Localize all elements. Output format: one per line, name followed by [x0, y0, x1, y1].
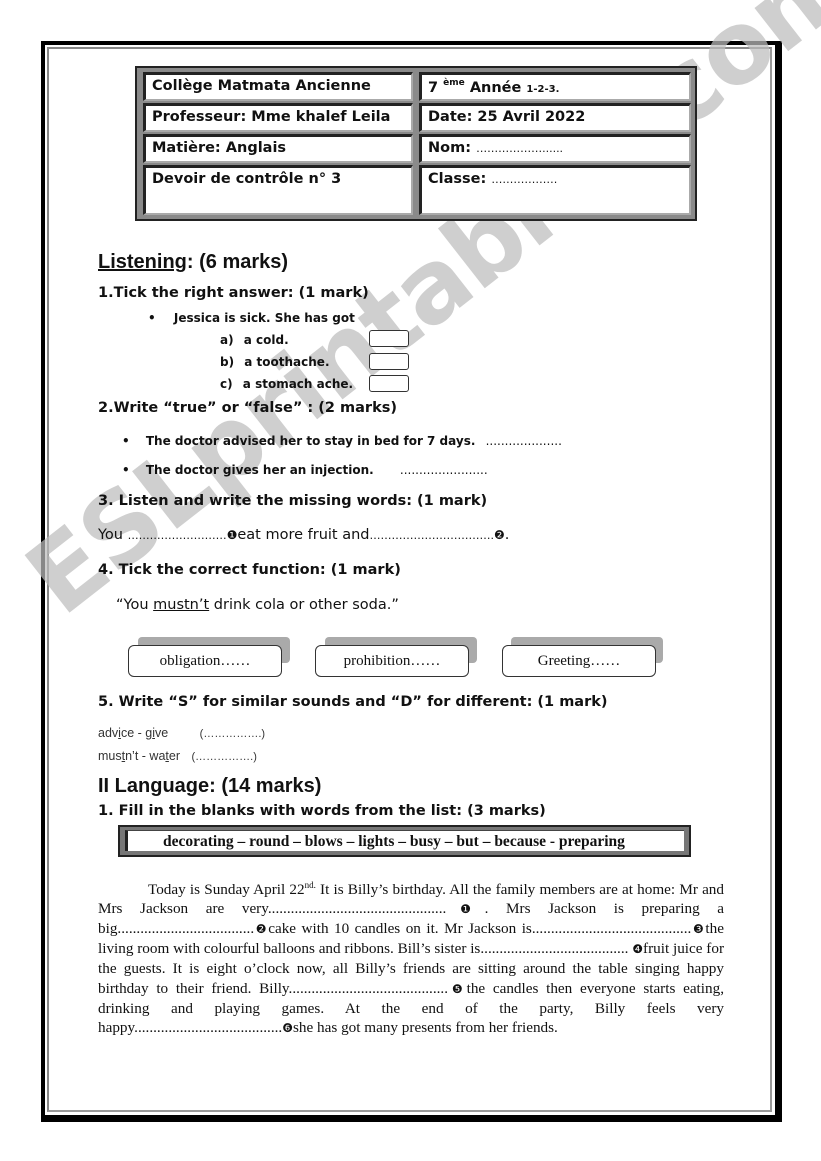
separator: - — [134, 726, 146, 740]
option-letter: c) — [220, 377, 233, 391]
blank-3[interactable]: ........................................… — [532, 920, 691, 937]
blank-1[interactable]: ........................................… — [268, 900, 446, 917]
marker-1-icon: ❶ — [226, 528, 238, 542]
grade-superscript: ème — [443, 78, 465, 88]
word-part: wa — [149, 749, 166, 763]
word-part: ve — [154, 726, 169, 740]
marker-3-icon: ❸ — [691, 922, 706, 937]
fill-paragraph: Today is Sunday April 22nd. It is Billy’… — [98, 876, 724, 1038]
q5-pair-2: mustn’t - water (…………….) — [98, 749, 257, 763]
answer-blank[interactable]: .................... — [486, 434, 562, 448]
q3-sentence: You ………………………❶eat more fruit and……………………… — [98, 527, 509, 543]
separator: - — [138, 749, 150, 763]
q3-end: . — [504, 527, 510, 543]
q4-title: 4. Tick the correct function: (1 mark) — [98, 562, 401, 578]
marker-5-icon: ❺ — [448, 981, 467, 996]
q2-statement-2: • The doctor gives her an injection. ...… — [122, 463, 488, 477]
blank-2[interactable]: .................................... — [117, 920, 254, 937]
name-label: Nom: — [428, 140, 472, 156]
statement-text: The doctor gives her an injection. — [145, 463, 374, 477]
teacher-cell: Professeur: Mme khalef Leila — [143, 103, 413, 132]
word-part: er — [168, 749, 181, 763]
marker-6-icon: ❻ — [282, 1020, 293, 1035]
q3-part2: eat more fruit and — [237, 527, 370, 543]
q2-title: 2.Write “true” or “false” : (2 marks) — [98, 400, 397, 416]
q3-part1: You — [98, 527, 128, 543]
name-blank[interactable]: ………………...... — [476, 142, 563, 155]
text-sup: nd. — [304, 880, 316, 890]
q1-stem: • Jessica is sick. She has got — [148, 311, 355, 325]
blank-5[interactable]: ........................................… — [289, 980, 448, 997]
bullet-icon: • — [122, 463, 130, 477]
listening-marks: : (6 marks) — [186, 251, 289, 273]
q1-checkbox-a[interactable] — [369, 330, 409, 347]
choice-obligation[interactable]: obligation…… — [128, 645, 282, 677]
q1-title: 1.Tick the right answer: (1 mark) — [98, 285, 369, 301]
choice-prohibition[interactable]: prohibition…… — [315, 645, 469, 677]
bullet-icon: • — [148, 311, 156, 325]
choice-greeting[interactable]: Greeting…… — [502, 645, 656, 677]
option-text: a cold. — [243, 333, 289, 347]
grade-classes: 1-2-3. — [526, 84, 560, 95]
q1-option-c: c) a stomach ache. — [220, 377, 353, 391]
q1-stem-text: Jessica is sick. She has got — [173, 311, 355, 325]
q1-checkbox-c[interactable] — [369, 375, 409, 392]
blank-6[interactable]: ....................................... — [134, 1019, 282, 1036]
grade-number: 7 — [428, 80, 439, 96]
q1-option-a: a) a cold. — [220, 333, 289, 347]
text: Today is Sunday April 22 — [148, 881, 305, 899]
word-part: ce — [120, 726, 135, 740]
listening-heading: Listening: (6 marks) — [98, 251, 288, 274]
statement-text: The doctor advised her to stay in bed fo… — [145, 434, 476, 448]
q3-blank-1[interactable]: ……………………… — [128, 529, 227, 542]
q1-checkbox-b[interactable] — [369, 353, 409, 370]
name-cell[interactable]: Nom: ………………...... — [419, 134, 691, 163]
marker-2-icon: ❷ — [494, 528, 505, 542]
q3-title: 3. Listen and write the missing words: (… — [98, 493, 488, 509]
word-part: mus — [98, 749, 122, 763]
q5-title: 5. Write “S” for similar sounds and “D” … — [98, 694, 608, 710]
word-list-box: decorating – round – blows – lights – bu… — [118, 825, 691, 857]
date-cell: Date: 25 Avril 2022 — [419, 103, 691, 132]
option-text: a toothache. — [244, 355, 330, 369]
marker-1-icon: ❶ — [446, 902, 485, 917]
exam-cell: Devoir de contrôle n° 3 — [143, 165, 413, 215]
grade-cell: 7 ème Année 1-2-3. — [419, 72, 691, 101]
q2-statement-1: • The doctor advised her to stay in bed … — [122, 434, 562, 448]
option-letter: b) — [220, 355, 235, 369]
header-table: Collège Matmata Ancienne 7 ème Année 1-2… — [135, 66, 697, 221]
bullet-icon: • — [122, 434, 130, 448]
q5-pair-1: advice - give (…………….) — [98, 726, 265, 740]
answer-blank[interactable]: (…………….) — [200, 728, 265, 740]
language-q1-title: 1. Fill in the blanks with words from th… — [98, 803, 546, 819]
listening-title: Listening — [98, 251, 187, 273]
language-heading: II Language: (14 marks) — [98, 775, 322, 797]
word-part: n’t — [125, 749, 139, 763]
class-blank[interactable]: ……………… — [491, 173, 557, 186]
q3-blank-2[interactable]: ……………………………. — [370, 529, 495, 542]
answer-blank[interactable]: (…………….) — [192, 751, 257, 763]
q4-quote: “You mustn’t drink cola or other soda.” — [116, 597, 399, 613]
text: cake with 10 candles on it. Mr Jackson i… — [268, 920, 532, 938]
class-cell[interactable]: Classe: ……………… — [419, 165, 691, 215]
quote-open: “You — [116, 597, 154, 613]
word-part: adv — [98, 726, 119, 740]
option-letter: a) — [220, 333, 234, 347]
marker-2-icon: ❷ — [254, 922, 269, 937]
class-label: Classe: — [428, 171, 487, 187]
answer-blank[interactable]: ....................... — [400, 463, 488, 477]
word-list: decorating – round – blows – lights – bu… — [125, 830, 684, 851]
quote-underlined: mustn’t — [153, 597, 210, 613]
text: she has got many presents from her frien… — [292, 1018, 558, 1036]
marker-4-icon: ❹ — [632, 942, 644, 957]
option-text: a stomach ache. — [242, 377, 354, 391]
quote-rest: drink cola or other soda.” — [209, 597, 399, 613]
subject-cell: Matière: Anglais — [143, 134, 413, 163]
q1-option-b: b) a toothache. — [220, 355, 330, 369]
school-cell: Collège Matmata Ancienne — [143, 72, 413, 101]
blank-4[interactable]: ....................................... — [480, 940, 628, 957]
grade-label: Année — [469, 80, 522, 96]
